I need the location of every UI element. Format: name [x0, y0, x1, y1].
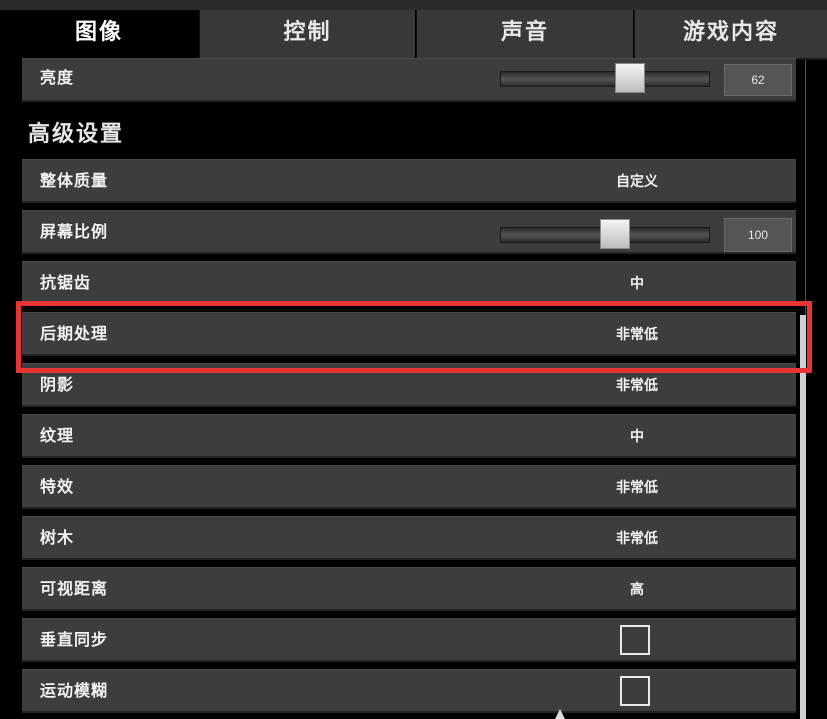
setting-row-anti-aliasing[interactable]: 抗锯齿 中: [22, 261, 796, 305]
motion-blur-checkbox[interactable]: [620, 676, 650, 706]
screen-scale-slider[interactable]: [500, 219, 710, 249]
overall-quality-label: 整体质量: [40, 171, 109, 190]
setting-row-trees[interactable]: 树木 非常低: [22, 516, 796, 560]
textures-value[interactable]: 中: [587, 415, 687, 459]
setting-row-post-processing[interactable]: 后期处理 非常低: [22, 312, 796, 356]
screen-scale-value-box[interactable]: 100: [724, 218, 792, 252]
view-distance-label: 可视距离: [40, 579, 109, 598]
setting-row-brightness[interactable]: 亮度 62: [22, 58, 796, 102]
effects-value[interactable]: 非常低: [587, 466, 687, 510]
settings-panel: 亮度 62 高级设置 整体质量 自定义 屏幕比例 100 抗锯齿 中 后期处理 …: [0, 58, 806, 719]
tab-graphics[interactable]: 图像: [0, 10, 198, 60]
mouse-cursor-icon: [555, 709, 565, 719]
setting-row-motion-blur[interactable]: 运动模糊: [22, 669, 796, 713]
tab-gameplay[interactable]: 游戏内容: [634, 10, 827, 60]
brightness-label: 亮度: [40, 68, 75, 87]
shadows-label: 阴影: [40, 375, 75, 394]
setting-row-textures[interactable]: 纹理 中: [22, 414, 796, 458]
setting-row-overall-quality[interactable]: 整体质量 自定义: [22, 159, 796, 203]
brightness-value-box[interactable]: 62: [724, 64, 792, 96]
anti-aliasing-label: 抗锯齿: [40, 273, 92, 292]
scrollbar-thumb[interactable]: [800, 315, 806, 719]
vsync-checkbox[interactable]: [620, 625, 650, 655]
trees-value[interactable]: 非常低: [587, 517, 687, 561]
tab-bar: 图像 控制 声音 游戏内容: [0, 0, 827, 60]
screen-scale-slider-knob[interactable]: [600, 219, 630, 249]
setting-row-effects[interactable]: 特效 非常低: [22, 465, 796, 509]
motion-blur-label: 运动模糊: [40, 681, 109, 700]
brightness-slider-knob[interactable]: [615, 63, 645, 93]
setting-row-screen-scale[interactable]: 屏幕比例 100: [22, 210, 796, 254]
setting-row-vsync[interactable]: 垂直同步: [22, 618, 796, 662]
brightness-slider[interactable]: [500, 63, 710, 93]
view-distance-value[interactable]: 高: [587, 568, 687, 612]
post-processing-value[interactable]: 非常低: [587, 313, 687, 357]
overall-quality-value[interactable]: 自定义: [587, 160, 687, 204]
trees-label: 树木: [40, 528, 75, 547]
anti-aliasing-value[interactable]: 中: [587, 262, 687, 306]
textures-label: 纹理: [40, 426, 75, 445]
tab-audio[interactable]: 声音: [416, 10, 633, 60]
setting-row-shadows[interactable]: 阴影 非常低: [22, 363, 796, 407]
vsync-label: 垂直同步: [40, 630, 109, 649]
screen-scale-label: 屏幕比例: [40, 222, 109, 241]
setting-row-view-distance[interactable]: 可视距离 高: [22, 567, 796, 611]
advanced-settings-heading: 高级设置: [28, 122, 125, 147]
shadows-value[interactable]: 非常低: [587, 364, 687, 408]
effects-label: 特效: [40, 477, 75, 496]
tab-bar-top-edge: [0, 0, 827, 10]
post-processing-label: 后期处理: [40, 324, 109, 343]
tab-controls[interactable]: 控制: [199, 10, 415, 60]
